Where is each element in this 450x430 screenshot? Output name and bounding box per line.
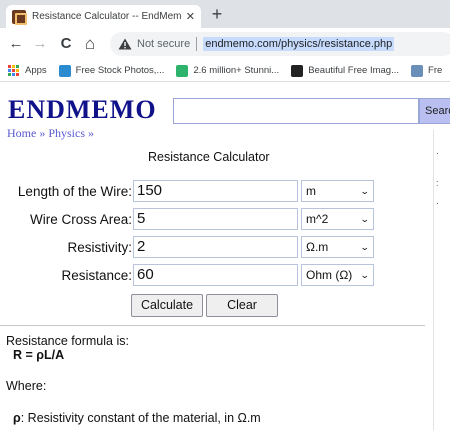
not-secure-label[interactable]: Not secure [137,38,190,50]
rho-description: : Resistivity constant of the material, … [20,411,261,425]
resistance-input[interactable]: 60 [133,264,298,286]
calculate-button[interactable]: Calculate [131,294,203,317]
chevron-down-icon: ⌄ [360,185,371,196]
divider [0,325,425,326]
bookmark-item[interactable]: Fre [411,64,443,77]
sidebar-dot: · [436,198,439,208]
site-favicon-icon [12,9,27,25]
formula-intro: Resistance formula is: [6,334,129,348]
cross-area-label: Wire Cross Area: [29,212,132,227]
chevron-down-icon: ⌄ [360,241,371,252]
bookmarks-bar: Apps Free Stock Photos,... 2.6 million+ … [0,60,450,82]
tab-title: Resistance Calculator -- EndMemo [32,11,182,22]
clear-button[interactable]: Clear [206,294,278,317]
bookmark-label: 2.6 million+ Stunni... [193,65,280,76]
breadcrumb-home-link[interactable]: Home [7,126,36,140]
tab-close-icon[interactable]: ✕ [186,10,195,23]
breadcrumb: Home » Physics » [7,126,94,141]
length-unit-select[interactable]: m ⌄ [301,180,374,202]
resistivity-input[interactable]: 2 [133,236,298,258]
resistance-label: Resistance: [61,268,132,283]
where-heading: Where: [6,379,47,393]
browser-tab[interactable]: Resistance Calculator -- EndMemo ✕ [6,5,201,28]
bookmark-favicon-icon [176,64,189,77]
cross-area-unit-select[interactable]: m^2 ⌄ [301,208,374,230]
sidebar-dot: · [436,148,439,158]
chevron-down-icon: ⌄ [360,269,371,280]
tab-strip: Resistance Calculator -- EndMemo ✕ + [0,0,450,28]
site-search-input[interactable] [173,98,419,124]
breadcrumb-physics-link[interactable]: Physics [48,126,85,140]
home-button[interactable]: ⌂ [80,34,100,54]
cross-area-input[interactable]: 5 [133,208,298,230]
length-label: Length of the Wire: [17,184,132,199]
rho-symbol: ρ [13,411,21,425]
bookmark-favicon-icon [411,64,424,77]
bookmark-item[interactable]: Beautiful Free Imag... [291,64,400,77]
length-unit-value: m [306,184,316,198]
bookmark-label: Free Stock Photos,... [75,65,165,76]
address-separator [196,37,198,51]
site-search-button[interactable]: Search [419,98,450,124]
resistivity-unit-value: Ω.m [306,240,329,254]
breadcrumb-separator: » [85,126,95,140]
apps-grid-icon [8,64,20,77]
bookmark-label: Fre [428,65,443,76]
bookmark-label: Beautiful Free Imag... [308,65,400,76]
forward-button[interactable]: → [30,34,50,54]
warning-icon[interactable] [118,38,132,50]
resistivity-label: Resistivity: [67,240,132,255]
length-input[interactable]: 150 [133,180,298,202]
resistivity-unit-select[interactable]: Ω.m ⌄ [301,236,374,258]
site-logo[interactable]: ENDMEMO [8,95,157,125]
back-button[interactable]: ← [6,34,26,54]
bookmark-label: Apps [25,65,47,76]
bookmark-item[interactable]: 2.6 million+ Stunni... [176,64,280,77]
reload-button[interactable]: C [56,34,76,54]
browser-toolbar: ← → C ⌂ Not secure endmemo.com/physics/r… [0,28,450,60]
resistance-unit-select[interactable]: Ohm (Ω) ⌄ [301,264,374,286]
resistivity-definition: ρ: Resistivity constant of the material,… [13,411,261,425]
new-tab-button[interactable]: + [207,5,227,25]
sidebar-dot: : [436,178,439,188]
breadcrumb-separator: » [36,126,49,140]
bookmark-favicon-icon [291,64,304,77]
address-bar[interactable]: Not secure endmemo.com/physics/resistanc… [110,32,450,56]
calculator-title: Resistance Calculator [148,150,270,164]
url-text[interactable]: endmemo.com/physics/resistance.php [203,37,395,51]
chevron-down-icon: ⌄ [360,213,371,224]
bookmark-item[interactable]: Free Stock Photos,... [58,64,165,77]
resistance-formula: R = ρL/A [13,348,65,362]
bookmark-favicon-icon [58,64,71,77]
sidebar-divider [433,130,434,430]
cross-area-unit-value: m^2 [306,212,329,226]
resistance-unit-value: Ohm (Ω) [306,268,353,282]
bookmark-apps[interactable]: Apps [8,64,47,77]
